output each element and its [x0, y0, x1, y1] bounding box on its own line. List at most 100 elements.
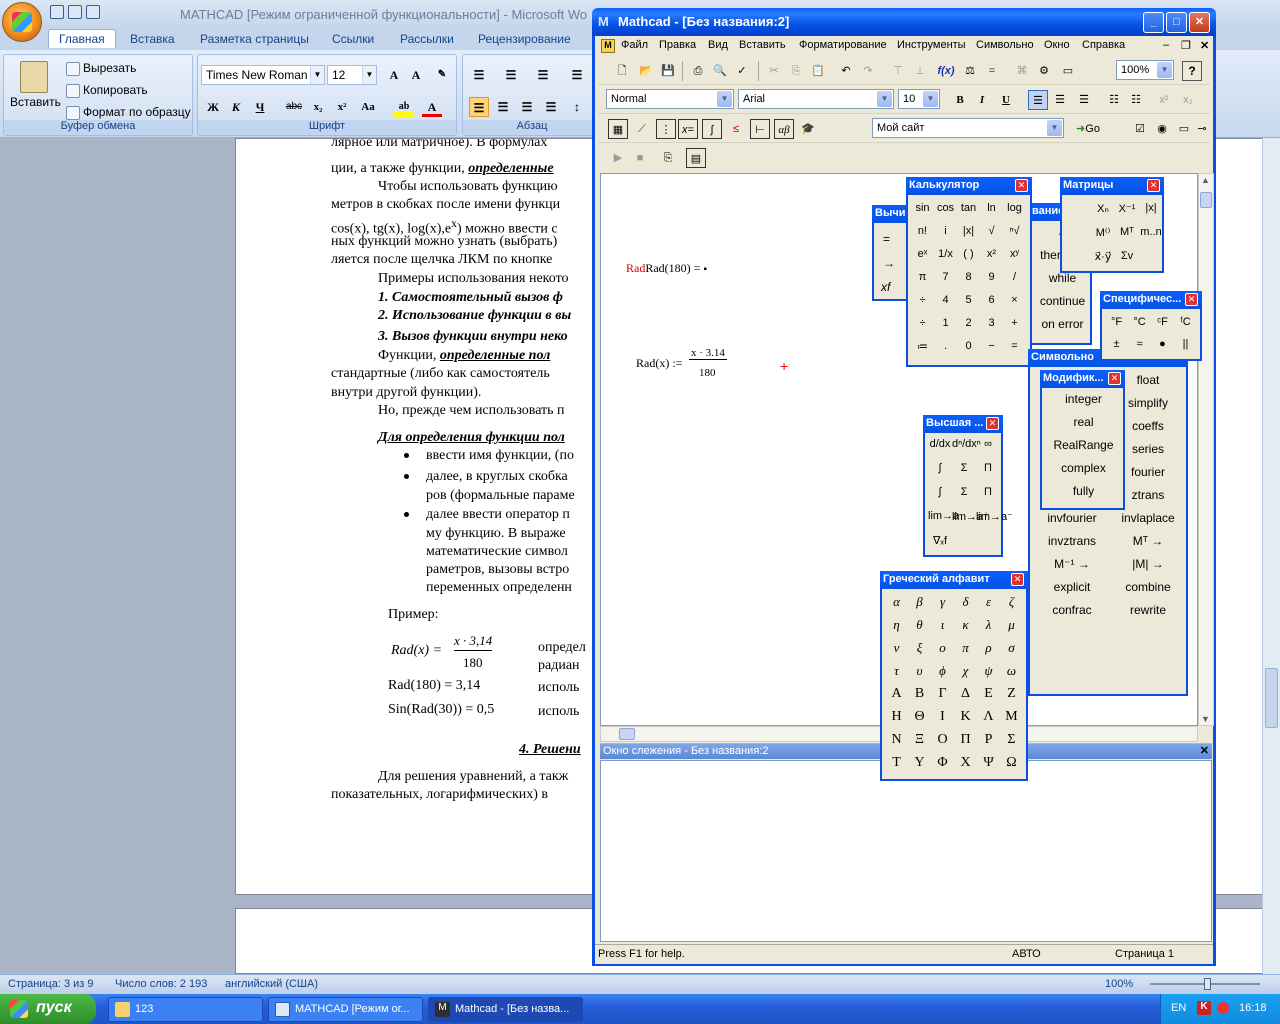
scroll-thumb[interactable]	[1265, 668, 1278, 728]
menu-edit[interactable]: Правка	[659, 39, 696, 51]
greek-letter-button[interactable]: ν	[885, 640, 908, 656]
calculate-icon[interactable]: =	[982, 61, 1002, 81]
greek-letter-button[interactable]: υ	[908, 663, 931, 679]
insert-function-button[interactable]: f(x)	[936, 61, 956, 81]
greek-letter-button[interactable]: Φ	[931, 755, 954, 771]
greek-letter-button[interactable]: ω	[1000, 663, 1023, 679]
greek-letter-button[interactable]: Τ	[885, 755, 908, 771]
greek-letter-button[interactable]: Ο	[931, 732, 954, 748]
calculator-button[interactable]: 7	[934, 271, 957, 283]
greek-letter-button[interactable]: Α	[885, 686, 908, 702]
calculator-button[interactable]: |x|	[957, 225, 980, 237]
tab-home[interactable]: Главная	[48, 29, 116, 48]
greek-letter-button[interactable]: α	[885, 594, 908, 610]
calculator-palette-title[interactable]: Калькулятор	[906, 177, 1032, 195]
format-painter-button[interactable]: Формат по образцу	[83, 105, 191, 119]
specific-button[interactable]: °C	[1128, 316, 1151, 328]
play-icon[interactable]: ▶	[608, 148, 628, 168]
close-icon[interactable]: ✕	[986, 417, 999, 430]
go-button[interactable]: ➜Go	[1070, 119, 1106, 139]
programming-toolbar-icon[interactable]: ⊢	[750, 119, 770, 139]
greek-toolbar-icon[interactable]: αβ	[774, 119, 794, 139]
matrix-button[interactable]: Mᵀ	[1115, 226, 1139, 238]
greek-letter-button[interactable]: Ν	[885, 732, 908, 748]
bold-button[interactable]: Ж	[203, 97, 223, 117]
tab-page-layout[interactable]: Разметка страницы	[200, 32, 309, 46]
align-top-icon[interactable]: ⊤	[888, 61, 908, 81]
align-right-icon[interactable]: ☰	[517, 97, 537, 117]
status-words[interactable]: Число слов: 2 193	[115, 978, 207, 990]
greek-letter-button[interactable]: ζ	[1000, 594, 1023, 610]
calculus-toolbar-icon[interactable]: ∫	[702, 119, 722, 139]
menu-window[interactable]: Окно	[1044, 39, 1070, 51]
greek-letter-button[interactable]: Ω	[1000, 755, 1023, 771]
specific-button[interactable]: ᶜF	[1151, 316, 1174, 328]
justify-icon[interactable]: ☰	[541, 97, 561, 117]
symbolic-button[interactable]: invlaplace	[1110, 511, 1186, 525]
matrix-button[interactable]: Σv	[1115, 250, 1139, 262]
eval-expression[interactable]: RadRad(180) = ▪	[626, 261, 707, 276]
underline-button[interactable]: Ч	[250, 97, 270, 117]
taskbar-item-mathcad[interactable]: M Mathcad - [Без назва...	[428, 997, 583, 1022]
zoom-combo[interactable]: 100% ▼	[1116, 60, 1174, 80]
tab-review[interactable]: Рецензирование	[478, 32, 571, 46]
calculator-button[interactable]: log	[1003, 202, 1026, 214]
bold-button[interactable]: B	[950, 90, 970, 110]
greek-letter-button[interactable]: κ	[954, 617, 977, 633]
strikethrough-button[interactable]: abc	[284, 97, 304, 117]
greek-letter-button[interactable]: Η	[885, 709, 908, 725]
greek-letter-button[interactable]: Μ	[1000, 709, 1023, 725]
calculus-button[interactable]: Σ	[952, 462, 976, 474]
programming-button[interactable]: continue	[1035, 294, 1090, 308]
programming-button[interactable]: on error	[1035, 317, 1090, 331]
font-combo[interactable]: Arial ▼	[738, 89, 894, 109]
greek-letter-button[interactable]: Υ	[908, 755, 931, 771]
spellcheck-icon[interactable]: ✓	[732, 61, 752, 81]
greek-letter-button[interactable]: Ψ	[977, 755, 1000, 771]
palette-button[interactable]: xf	[881, 280, 890, 294]
scroll-up-icon[interactable]: ▲	[1201, 175, 1210, 185]
site-combo[interactable]: Мой сайт ▼	[872, 118, 1064, 138]
greek-letter-button[interactable]: Ι	[931, 709, 954, 725]
save-icon[interactable]: 💾	[658, 61, 678, 81]
align-right-icon[interactable]: ☰	[1074, 90, 1094, 110]
align-center-icon[interactable]: ☰	[493, 97, 513, 117]
calculus-button[interactable]: ∞	[976, 438, 1000, 450]
calculator-button[interactable]: /	[1003, 271, 1026, 283]
symbolic-button[interactable]: combine	[1110, 580, 1186, 594]
symbolic-button[interactable]: invztrans	[1034, 534, 1110, 548]
align-left-icon[interactable]: ☰	[1028, 90, 1048, 110]
greek-palette-title[interactable]: Греческий алфавит	[880, 571, 1028, 589]
cut-icon[interactable]: ✂	[764, 61, 784, 81]
change-case-icon[interactable]: Aa	[358, 97, 378, 117]
boolean-toolbar-icon[interactable]: ≤	[726, 119, 746, 139]
italic-button[interactable]: I	[972, 90, 992, 110]
greek-letter-button[interactable]: ο	[931, 640, 954, 656]
modifier-button[interactable]: real	[1045, 415, 1122, 429]
calculator-button[interactable]: 5	[957, 294, 980, 306]
textbox-icon[interactable]: ▭	[1174, 119, 1194, 139]
align-left-icon[interactable]: ☰	[469, 97, 489, 117]
calculator-button[interactable]: 6	[980, 294, 1003, 306]
tab-insert[interactable]: Вставка	[130, 32, 175, 46]
calculator-toolbar-icon[interactable]: ▦	[608, 119, 628, 139]
greek-letter-button[interactable]: ϕ	[931, 663, 954, 679]
tray-alert-icon[interactable]	[1217, 1002, 1229, 1014]
evaluation-toolbar-button[interactable]: x=	[678, 119, 698, 139]
taskbar-item-folder[interactable]: 123	[108, 997, 263, 1022]
calculator-button[interactable]: ⁿ√	[1003, 225, 1026, 237]
specific-button[interactable]: °F	[1105, 316, 1128, 328]
help-icon[interactable]: ?	[1182, 61, 1202, 81]
calculator-button[interactable]: sin	[911, 202, 934, 214]
symbolic-button[interactable]: M⁻¹ →	[1034, 557, 1110, 571]
modifier-button[interactable]: fully	[1045, 484, 1122, 498]
calculator-button[interactable]: 0	[957, 340, 980, 352]
worksheet-vertical-scrollbar[interactable]: ▲ ▼	[1198, 173, 1214, 726]
bullets-icon[interactable]: ☷	[1104, 90, 1124, 110]
close-icon[interactable]: ✕	[1189, 12, 1210, 33]
status-page[interactable]: Страница: 3 из 9	[8, 978, 94, 990]
trace-close-icon[interactable]: ✕	[1200, 744, 1209, 757]
antivirus-icon[interactable]: K	[1197, 1001, 1211, 1015]
greek-letter-button[interactable]: σ	[1000, 640, 1023, 656]
calculus-button[interactable]: Π	[976, 486, 1000, 498]
